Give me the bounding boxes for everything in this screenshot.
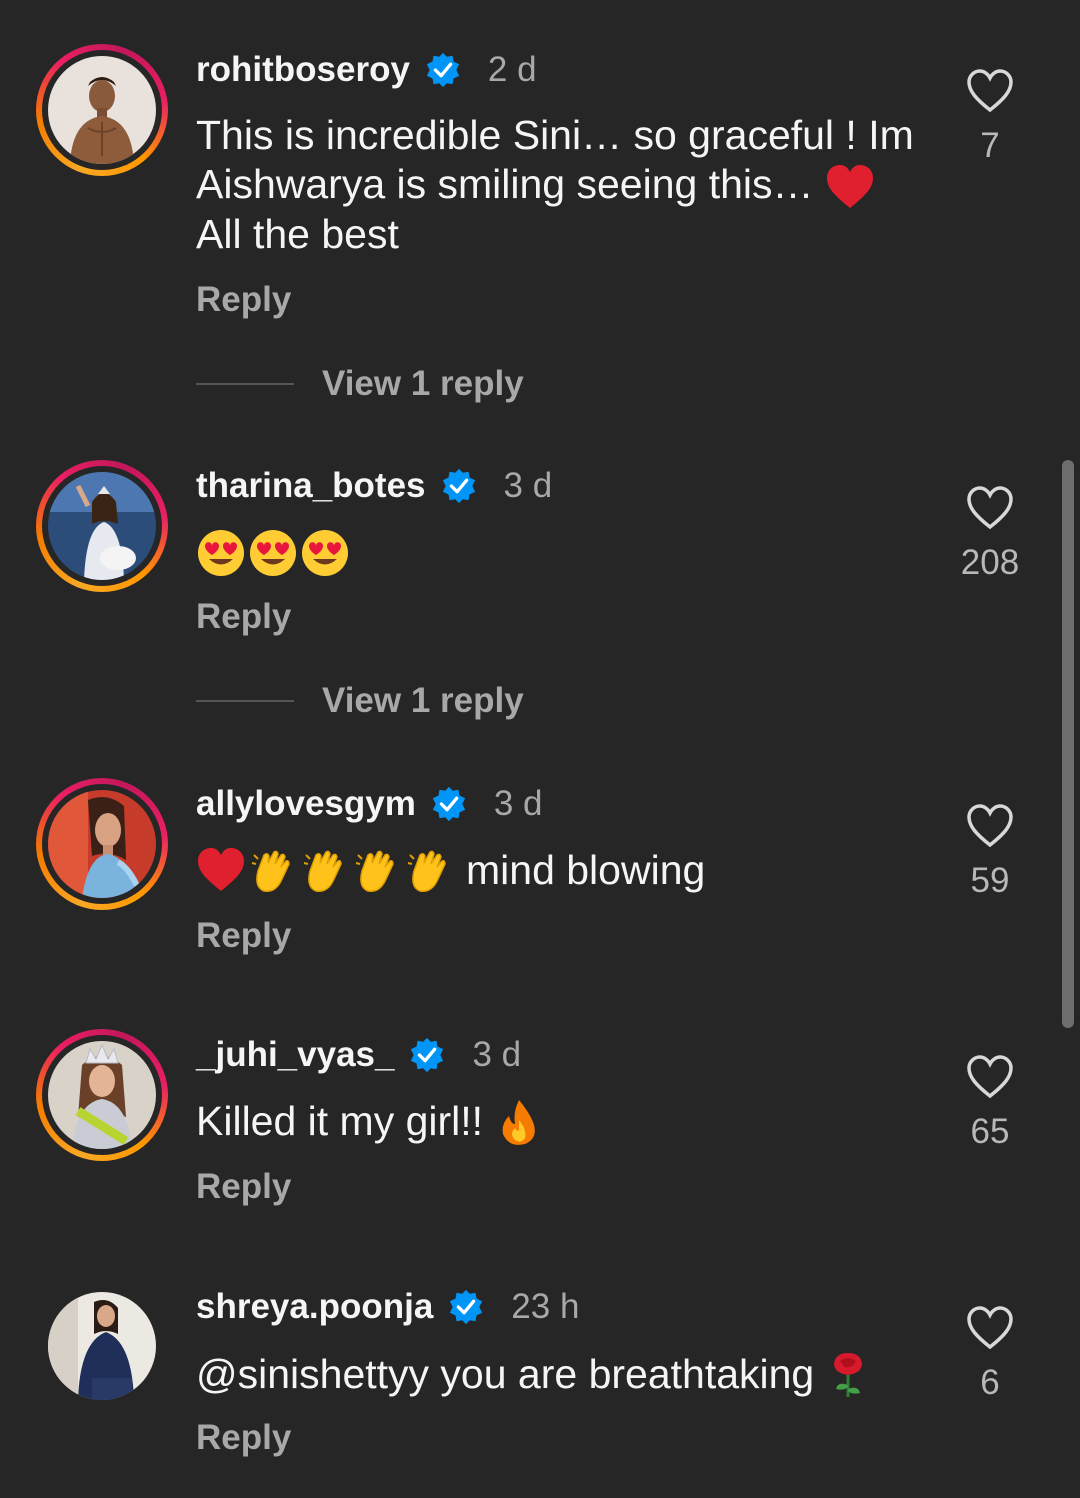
red-heart-icon — [826, 165, 873, 209]
divider — [196, 383, 294, 385]
crowned-woman-avatar-icon — [48, 1041, 156, 1149]
heart-outline-icon[interactable] — [965, 1054, 1015, 1100]
comment-text: Killed it my girl!! — [196, 1097, 936, 1146]
heart-and-clapping-emoji-icon — [198, 847, 446, 892]
comment-text: @sinishettyy you are breathtaking — [196, 1349, 956, 1399]
view-replies-button[interactable]: View 1 reply — [196, 364, 524, 404]
username[interactable]: allylovesgym — [196, 784, 416, 824]
avatar[interactable] — [36, 778, 168, 910]
like-count: 6 — [980, 1363, 1000, 1402]
timestamp: 3 d — [493, 784, 543, 823]
reply-button[interactable]: Reply — [196, 1167, 291, 1207]
like-count: 7 — [980, 126, 1000, 165]
like-count: 59 — [970, 861, 1010, 900]
like-count: 65 — [970, 1112, 1010, 1151]
man-portrait-avatar-icon — [48, 56, 156, 164]
heart-outline-icon[interactable] — [965, 1305, 1015, 1351]
comments-screen: rohitboseroy 2 d This is incredible Sini… — [0, 0, 1080, 1498]
verified-badge-icon — [442, 468, 475, 504]
timestamp: 2 d — [487, 50, 537, 89]
heart-outline-icon[interactable] — [965, 803, 1015, 849]
timestamp: 3 d — [503, 466, 553, 505]
scrollbar[interactable] — [1062, 460, 1074, 1028]
reply-button[interactable]: Reply — [196, 597, 291, 637]
heart-eyes-emoji-icon — [198, 530, 348, 576]
comment-text — [196, 528, 936, 578]
pageant-woman-avatar-icon — [48, 472, 156, 580]
avatar[interactable] — [36, 1029, 168, 1161]
verified-badge-icon — [426, 52, 460, 88]
verified-badge-icon — [432, 786, 465, 822]
reply-button[interactable]: Reply — [196, 280, 291, 320]
avatar[interactable] — [36, 1280, 168, 1412]
username[interactable]: tharina_botes — [196, 466, 426, 506]
avatar[interactable] — [36, 44, 168, 176]
comment-text: mind blowing — [196, 846, 936, 895]
verified-badge-icon — [450, 1289, 483, 1325]
username[interactable]: shreya.poonja — [196, 1287, 433, 1327]
heart-outline-icon[interactable] — [965, 68, 1015, 114]
rose-emoji-icon — [834, 1353, 863, 1397]
timestamp: 3 d — [472, 1035, 522, 1074]
view-replies-button[interactable]: View 1 reply — [196, 681, 524, 721]
woman-portrait-avatar-icon — [48, 790, 156, 898]
heart-outline-icon[interactable] — [965, 485, 1015, 531]
avatar[interactable] — [36, 460, 168, 592]
like-count: 208 — [960, 543, 1020, 582]
woman-sitting-avatar-icon — [48, 1292, 156, 1400]
username[interactable]: _juhi_vyas_ — [196, 1035, 394, 1075]
divider — [196, 700, 294, 702]
username[interactable]: rohitboseroy — [196, 50, 410, 90]
fire-emoji-icon — [502, 1099, 535, 1145]
reply-button[interactable]: Reply — [196, 1418, 291, 1458]
timestamp: 23 h — [511, 1287, 580, 1326]
reply-button[interactable]: Reply — [196, 916, 291, 956]
verified-badge-icon — [411, 1037, 444, 1073]
comment-text: This is incredible Sini… so graceful ! I… — [196, 112, 914, 258]
